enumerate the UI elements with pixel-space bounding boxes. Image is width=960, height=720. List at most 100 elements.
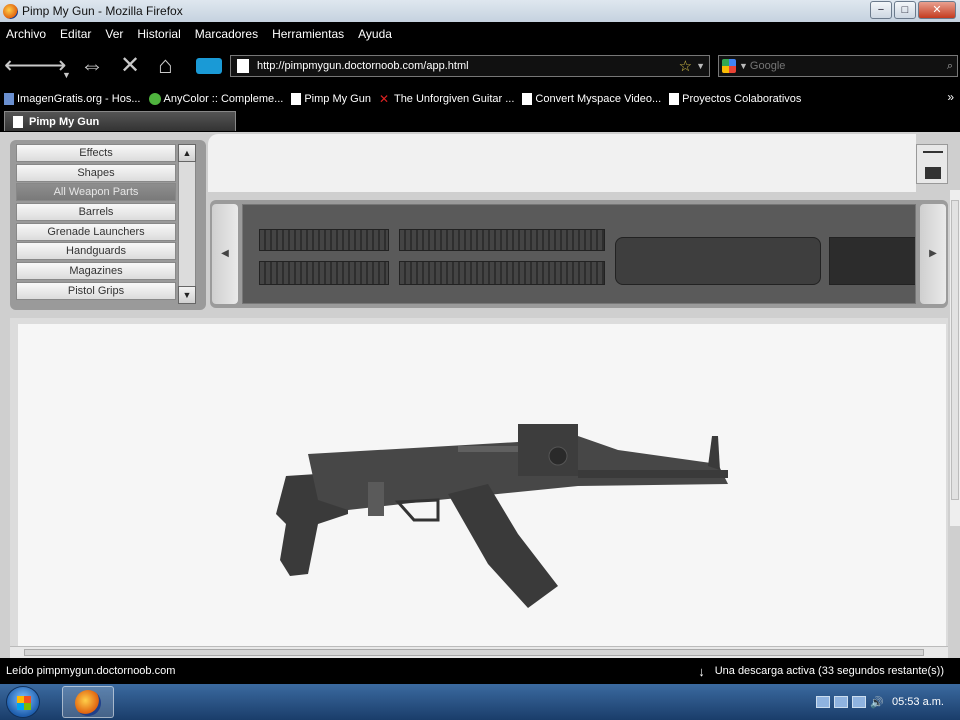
bookmarks-toolbar: ImagenGratis.org - Hos... AnyColor :: Co… (0, 88, 960, 110)
bookmark-anycolor[interactable]: AnyColor :: Compleme... (148, 93, 283, 105)
start-button[interactable] (6, 686, 40, 718)
tab-strip: Pimp My Gun (0, 110, 960, 132)
page-icon (291, 93, 302, 105)
address-bar[interactable]: http://pimpmygun.doctornoob.com/app.html… (230, 55, 710, 77)
carousel-next-button[interactable]: ▶ (920, 204, 946, 304)
category-magazines[interactable]: Magazines (16, 262, 176, 281)
minimize-button[interactable]: − (870, 1, 892, 19)
volume-icon[interactable]: 🔊 (870, 696, 884, 709)
options-panel (208, 134, 916, 192)
gun-canvas[interactable] (18, 324, 946, 650)
menu-historial[interactable]: Historial (137, 27, 180, 41)
carousel-prev-button[interactable]: ◀ (212, 204, 238, 304)
rifle-trigger-guard (394, 498, 440, 522)
category-panel: Effects Shapes All Weapon Parts Barrels … (10, 140, 206, 310)
app-content: Effects Shapes All Weapon Parts Barrels … (0, 132, 960, 658)
clock[interactable]: 05:53 a.m. (892, 696, 944, 708)
firefox-icon (75, 690, 101, 716)
tray-icon-3[interactable] (852, 696, 867, 708)
stop-icon[interactable]: ✕ (120, 54, 140, 78)
bookmark-pimp-my-gun[interactable]: Pimp My Gun (291, 93, 371, 105)
puzzle-icon (148, 93, 161, 105)
page-vertical-scrollbar[interactable] (950, 190, 960, 526)
category-effects[interactable]: Effects (16, 144, 176, 162)
rifle-gas-port (548, 446, 568, 466)
canvas-horizontal-scrollbar[interactable] (10, 646, 948, 658)
handguard-part-1[interactable] (259, 229, 389, 251)
category-grenade-launchers[interactable]: Grenade Launchers (16, 222, 176, 241)
search-input[interactable] (747, 60, 947, 72)
page-icon (4, 93, 14, 105)
window-title: Pimp My Gun - Mozilla Firefox (22, 4, 183, 18)
handguard-part-6[interactable] (829, 237, 915, 285)
rifle-front-sight (708, 436, 720, 470)
windows-flag-icon (17, 696, 31, 710)
ruler-icon[interactable] (923, 151, 943, 159)
url-dropdown-icon[interactable]: ▼ (696, 61, 705, 71)
bookmark-unforgiven-guitar[interactable]: ✕ The Unforgiven Guitar ... (379, 93, 514, 105)
category-barrels[interactable]: Barrels (16, 203, 176, 222)
menu-ver[interactable]: Ver (105, 27, 123, 41)
search-icon[interactable]: ⌕ (947, 60, 953, 73)
category-shapes[interactable]: Shapes (16, 163, 176, 182)
home-icon[interactable]: ⌂ (158, 54, 173, 78)
handguard-part-4[interactable] (399, 261, 605, 285)
close-button[interactable]: ✕ (918, 1, 956, 19)
history-dropdown-icon[interactable]: ▼ (62, 63, 71, 87)
maximize-button[interactable]: □ (894, 1, 916, 19)
bookmark-star-icon[interactable]: ☆ (679, 57, 692, 75)
addon-icon[interactable] (196, 58, 222, 74)
google-icon[interactable] (722, 59, 736, 73)
handguard-part-2[interactable] (259, 261, 389, 285)
page-icon (237, 59, 249, 73)
status-text: Leído pimpmygun.doctornoob.com (6, 665, 176, 677)
rifle-dust-cover (458, 446, 518, 452)
category-all-weapon-parts[interactable]: All Weapon Parts (16, 183, 176, 202)
tray-icon-1[interactable] (816, 696, 831, 708)
bookmarks-overflow-icon[interactable]: » (947, 90, 954, 104)
h-scroll-thumb[interactable] (24, 649, 924, 656)
reload-icon[interactable]: ⇔ (80, 54, 104, 78)
rifle-selector (368, 482, 384, 516)
bookmark-imagengratis[interactable]: ImagenGratis.org - Hos... (4, 93, 141, 105)
menu-archivo[interactable]: Archivo (6, 27, 46, 41)
category-list: Effects Shapes All Weapon Parts Barrels … (16, 144, 176, 302)
page-icon (522, 93, 533, 105)
rifle-preview[interactable] (18, 324, 946, 650)
list-scroll-up-button[interactable]: ▲ (178, 144, 196, 162)
search-engine-dropdown-icon[interactable]: ▼ (739, 61, 748, 71)
list-scroll-down-button[interactable]: ▼ (178, 286, 196, 304)
menu-editar[interactable]: Editar (60, 27, 91, 41)
window-titlebar: Pimp My Gun - Mozilla Firefox − □ ✕ (0, 0, 960, 22)
camera-icon[interactable] (925, 167, 941, 179)
rifle-barrel (578, 470, 728, 478)
download-arrow-icon[interactable]: ↓ (698, 664, 705, 679)
search-bar[interactable]: ▼ ⌕ (718, 55, 958, 77)
menu-ayuda[interactable]: Ayuda (358, 27, 392, 41)
firefox-icon (3, 3, 18, 19)
handguard-part-5[interactable] (615, 237, 821, 285)
rifle-magazine (448, 484, 558, 608)
tool-buttons[interactable] (916, 144, 948, 184)
bookmark-convert-myspace[interactable]: Convert Myspace Video... (522, 93, 661, 105)
url-text[interactable]: http://pimpmygun.doctornoob.com/app.html (257, 60, 679, 72)
windows-taskbar: 🔊 05:53 a.m. (0, 684, 960, 720)
taskbar-firefox-button[interactable] (62, 686, 114, 718)
menu-marcadores[interactable]: Marcadores (195, 27, 258, 41)
tab-pimp-my-gun[interactable]: Pimp My Gun (4, 111, 236, 131)
category-pistol-grips[interactable]: Pistol Grips (16, 281, 176, 300)
download-status[interactable]: Una descarga activa (33 segundos restant… (715, 665, 944, 677)
status-bar: Leído pimpmygun.doctornoob.com ↓ Una des… (0, 658, 960, 684)
category-handguards[interactable]: Handguards (16, 242, 176, 261)
menu-herramientas[interactable]: Herramientas (272, 27, 344, 41)
bookmark-proyectos[interactable]: Proyectos Colaborativos (669, 93, 801, 105)
page-icon (669, 93, 680, 105)
carousel-items (242, 204, 916, 304)
v-scroll-thumb[interactable] (951, 200, 959, 500)
x-icon: ✕ (378, 92, 390, 106)
list-scroll-track[interactable] (178, 162, 196, 286)
rifle-gas-block (518, 424, 578, 476)
tray-icon-2[interactable] (834, 696, 849, 708)
system-tray: 🔊 05:53 a.m. (816, 684, 944, 720)
handguard-part-3[interactable] (399, 229, 605, 251)
